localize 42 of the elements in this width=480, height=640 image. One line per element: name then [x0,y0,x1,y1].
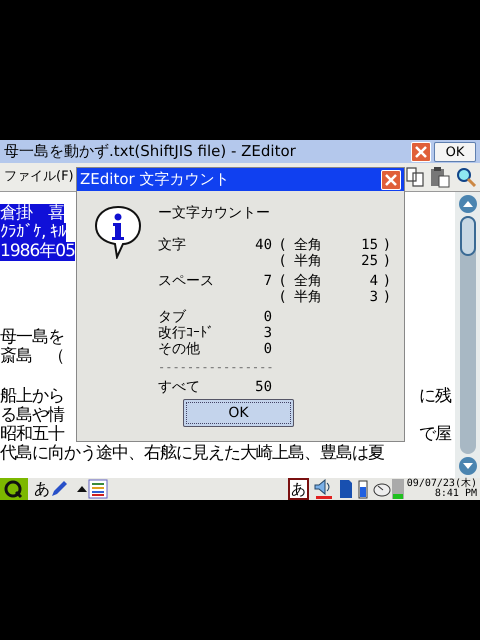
breakdown-count: 25 [360,253,378,269]
paren-mark: ( [280,289,286,305]
count-label: 改行ｺｰﾄﾞ [158,325,215,341]
count-label: その他 [158,341,201,357]
count-value: 3 [262,325,272,341]
separator-line: ---------------- [158,359,275,375]
breakdown-label: 半角 [294,289,323,305]
breakdown-label: 全角 [294,237,323,253]
breakdown-label: 全角 [294,273,323,289]
clock-date: 09/07/23(木) [406,479,477,489]
document-line: 母一島を [0,328,64,347]
count-label: タブ [158,309,188,325]
paren-mark: ) [384,237,390,253]
total-value: 50 [254,379,272,395]
window-title: 母一島を動かず.txt(ShiftJIS file) - ZEditor [4,141,297,162]
breakdown-count: 4 [368,273,378,289]
count-label: スペース [158,273,215,291]
count-value: 7 [262,273,272,291]
dialog-heading: ー文字カウントー [158,205,271,221]
count-value: 0 [262,341,272,357]
breakdown-count: 3 [368,289,378,305]
breakdown-label: 半角 [294,253,323,269]
document-line: に残 [419,387,451,406]
count-value: 40 [254,237,272,255]
paren-mark: ( [280,273,286,289]
count-label: 文字 [158,237,187,255]
document-line: 斎島 （ [0,347,64,366]
paren-mark: ( [280,237,286,253]
dialog-title: ZEditor 文字カウント [80,169,230,190]
paren-mark: ) [384,273,390,289]
paren-mark: ) [384,253,390,269]
count-value: 0 [262,309,272,325]
total-label: すべて [158,379,201,395]
document-line: 昭和五十 [0,425,64,444]
document-line: で屋 [419,425,451,444]
document-line: 代島に向かう途中、右舷に見えた大崎上島、豊島は夏 [0,444,384,463]
clock-time: 8:41 PM [434,489,477,499]
paren-mark: ) [384,289,390,305]
breakdown-count: 15 [360,237,378,253]
document-line: る島や情 [0,406,64,425]
paren-mark: ( [280,253,286,269]
document-line: 船上から [0,387,64,406]
